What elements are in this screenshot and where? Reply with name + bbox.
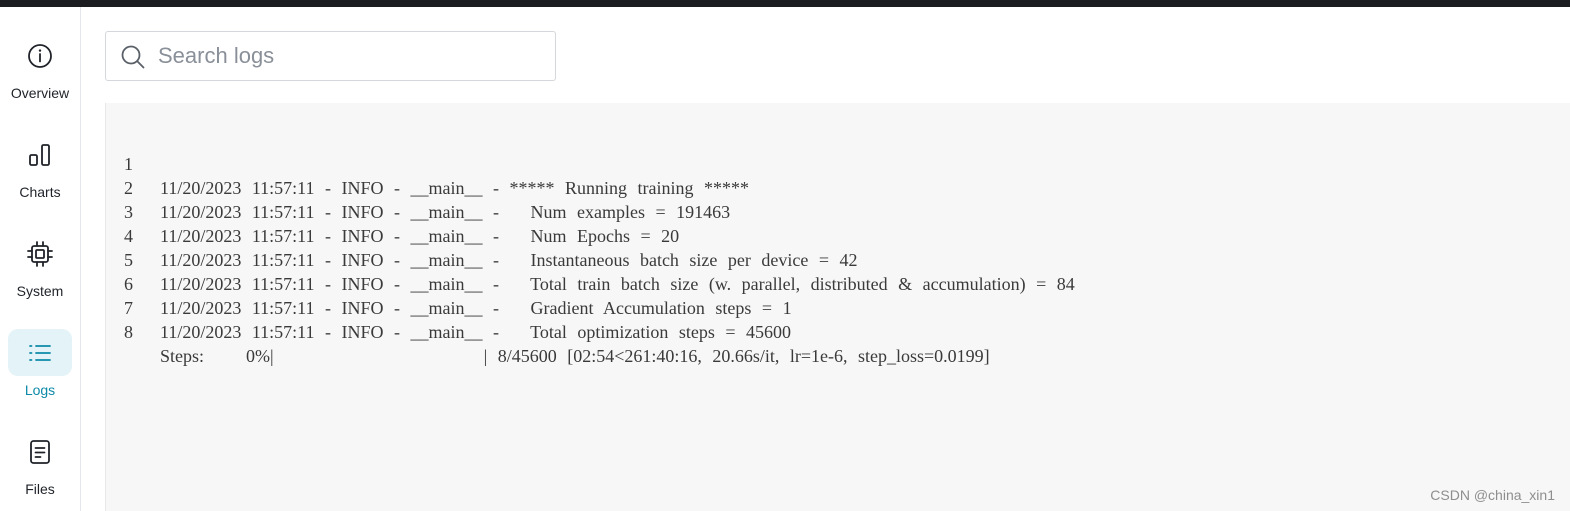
log-text: 11/20/2023 11:57:11 - INFO - __main__ - … (160, 274, 1075, 294)
watermark: CSDN @china_xin1 (1430, 487, 1555, 503)
sidebar-item-charts[interactable]: Charts (0, 123, 80, 209)
file-icon (30, 439, 50, 464)
log-line: 8 Steps: 0%| | 8/45600 [02:54<261:40:16,… (106, 296, 990, 366)
log-line: 2 11/20/2023 11:57:11 - INFO - __main__ … (106, 152, 730, 222)
line-number: 8 (124, 322, 133, 342)
log-text: 11/20/2023 11:57:11 - INFO - __main__ - … (160, 322, 792, 342)
search-input[interactable] (156, 38, 540, 74)
log-line: 3 11/20/2023 11:57:11 - INFO - __main__ … (106, 176, 679, 246)
sidebar: Overview Charts System Logs Files (0, 7, 81, 511)
sidebar-item-label: Overview (10, 85, 70, 101)
log-line: 4 11/20/2023 11:57:11 - INFO - __main__ … (106, 200, 858, 270)
search-icon (121, 45, 145, 69)
log-line: 6 11/20/2023 11:57:11 - INFO - __main__ … (106, 248, 792, 318)
log-line: 7 11/20/2023 11:57:11 - INFO - __main__ … (106, 272, 791, 342)
top-bar (0, 0, 1570, 7)
sidebar-item-label: Files (25, 481, 55, 497)
sidebar-item-files[interactable]: Files (0, 420, 80, 506)
sidebar-item-overview[interactable]: Overview (0, 24, 80, 110)
list-icon (29, 344, 51, 361)
log-text: 11/20/2023 11:57:11 - INFO - __main__ - … (160, 250, 858, 270)
log-text: 11/20/2023 11:57:11 - INFO - __main__ - … (160, 298, 792, 318)
log-text: Steps: 0%| | 8/45600 [02:54<261:40:16, 2… (160, 346, 990, 366)
log-line: 5 11/20/2023 11:57:11 - INFO - __main__ … (106, 224, 1075, 294)
info-icon (28, 43, 52, 68)
sidebar-item-label: Logs (24, 382, 56, 398)
log-text: 11/20/2023 11:57:11 - INFO - __main__ - … (160, 202, 731, 222)
sidebar-item-label: System (16, 283, 64, 299)
log-text: 11/20/2023 11:57:11 - INFO - __main__ - … (160, 226, 680, 246)
log-line: 1 11/20/2023 11:57:11 - INFO - __main__ … (106, 128, 749, 198)
sidebar-item-logs[interactable]: Logs (0, 321, 80, 407)
chart-icon (29, 143, 50, 166)
log-panel[interactable]: 1 11/20/2023 11:57:11 - INFO - __main__ … (105, 103, 1570, 511)
sidebar-item-system[interactable]: System (0, 222, 80, 308)
log-text: 11/20/2023 11:57:11 - INFO - __main__ - … (160, 178, 749, 198)
search-box[interactable] (105, 31, 556, 81)
chip-icon (27, 240, 53, 267)
sidebar-item-label: Charts (19, 184, 61, 200)
